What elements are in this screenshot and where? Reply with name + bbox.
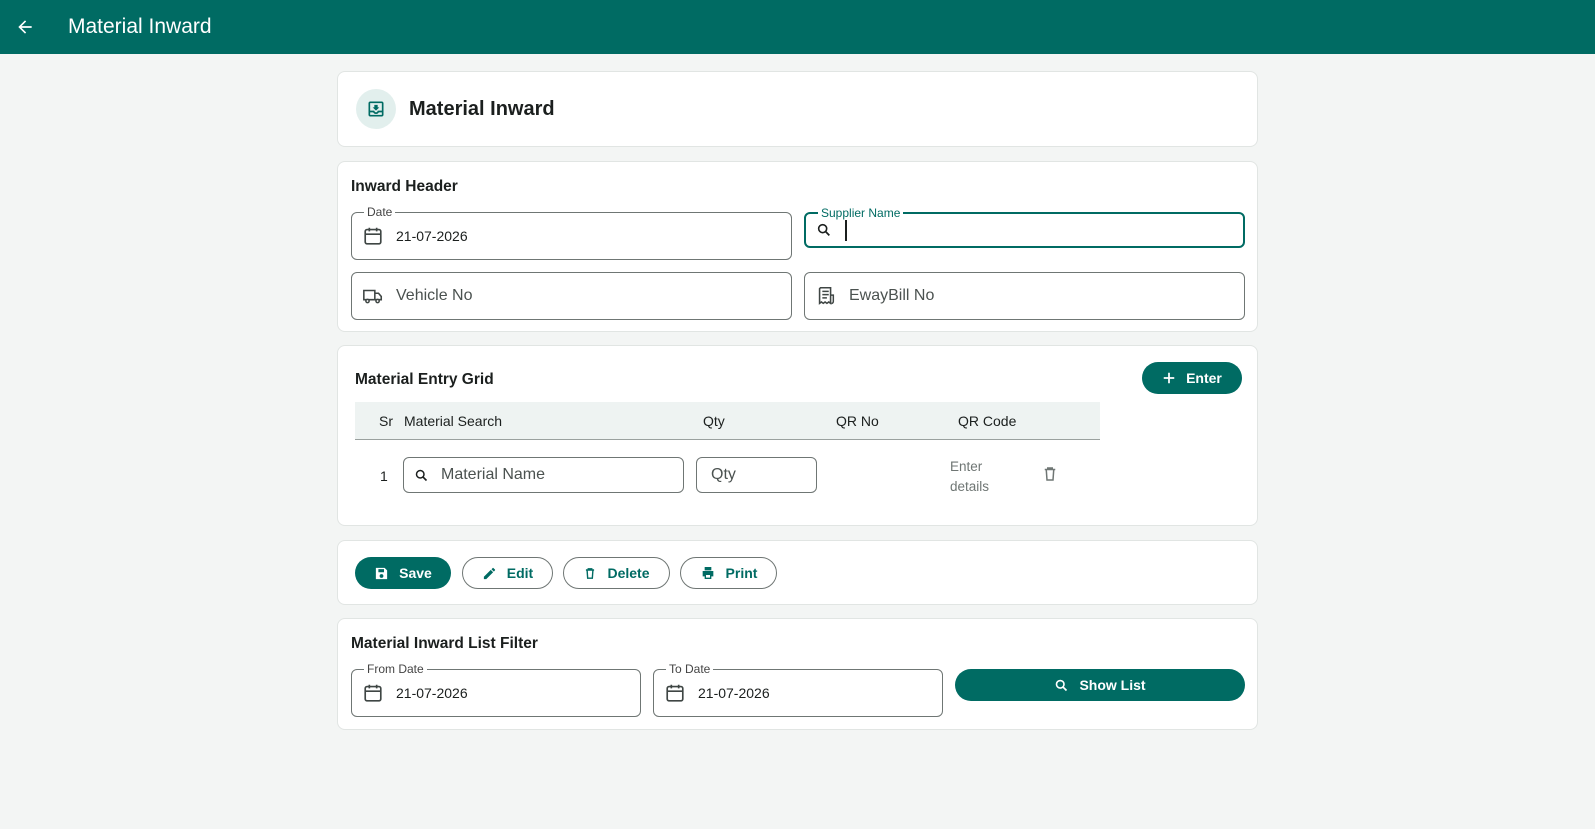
page-header-card: Material Inward — [337, 71, 1258, 147]
from-date-field[interactable]: From Date 21-07-2026 — [351, 662, 641, 717]
calendar-icon — [664, 682, 686, 704]
date-label: Date — [364, 205, 396, 219]
search-icon — [813, 219, 835, 241]
delete-button[interactable]: Delete — [563, 557, 670, 589]
calendar-icon — [362, 225, 384, 247]
inbox-download-icon — [368, 101, 384, 117]
text-cursor — [845, 219, 847, 241]
back-button[interactable] — [14, 16, 36, 38]
enter-button-label: Enter — [1186, 370, 1222, 386]
column-header-qty: Qty — [703, 413, 725, 429]
truck-icon — [362, 285, 384, 307]
pencil-icon — [483, 567, 495, 579]
qr-code-text-line1: Enter — [950, 459, 983, 474]
page-title: Material Inward — [409, 97, 555, 120]
column-header-sr: Sr — [379, 413, 393, 429]
trash-icon — [586, 567, 595, 579]
enter-button[interactable]: Enter — [1142, 362, 1242, 394]
to-date-value: 21-07-2026 — [698, 685, 770, 701]
edit-label: Edit — [506, 565, 534, 581]
column-header-material-search: Material Search — [404, 413, 503, 429]
save-button[interactable]: Save — [355, 557, 451, 589]
qr-code-text-line2: details — [950, 479, 990, 494]
inward-header-card: Inward Header Date 21-07-2026 Supplier N… — [337, 161, 1258, 332]
arrow-left-icon — [18, 20, 32, 34]
edit-button[interactable]: Edit — [462, 557, 553, 589]
page-icon — [356, 89, 396, 129]
vehicle-no-placeholder: Vehicle No — [396, 287, 473, 304]
receipt-icon — [815, 285, 837, 307]
actions-card: Save Edit Delete Print — [337, 540, 1258, 605]
supplier-name-field[interactable]: Supplier Name — [804, 206, 1245, 248]
app-bar-title: Material Inward — [68, 15, 212, 38]
qr-code-cell: Enter details — [950, 457, 989, 497]
from-date-label: From Date — [364, 662, 427, 676]
from-date-value: 21-07-2026 — [396, 685, 468, 701]
qty-input[interactable]: Qty — [696, 457, 817, 493]
search-icon — [414, 468, 429, 483]
material-name-placeholder: Material Name — [441, 466, 546, 483]
filter-card: Material Inward List Filter From Date 21… — [337, 618, 1258, 730]
to-date-label: To Date — [666, 662, 714, 676]
delete-label: Delete — [607, 565, 650, 581]
qty-placeholder: Qty — [711, 466, 736, 483]
show-list-label: Show List — [1079, 677, 1146, 693]
date-field[interactable]: Date 21-07-2026 — [351, 205, 792, 260]
date-value: 21-07-2026 — [396, 228, 468, 244]
print-label: Print — [725, 565, 758, 581]
save-icon — [376, 567, 388, 579]
vehicle-no-field[interactable]: Vehicle No — [351, 272, 792, 320]
material-grid-card: Material Entry Grid Enter Sr Material Se… — [337, 345, 1258, 526]
grid-header-row: Sr Material Search Qty QR No QR Code — [355, 402, 1100, 440]
material-grid-title: Material Entry Grid — [355, 371, 494, 388]
column-header-qr-no: QR No — [836, 413, 879, 429]
inward-header-title: Inward Header — [351, 178, 458, 195]
supplier-name-label: Supplier Name — [818, 206, 904, 220]
save-label: Save — [399, 565, 432, 581]
show-list-button[interactable]: Show List — [955, 669, 1245, 701]
app-bar: Material Inward — [0, 0, 1595, 54]
print-button[interactable]: Print — [680, 557, 777, 589]
ewaybill-no-placeholder: EwayBill No — [849, 287, 935, 304]
ewaybill-no-field[interactable]: EwayBill No — [804, 272, 1245, 320]
delete-row-button[interactable] — [1041, 464, 1059, 489]
material-name-input[interactable]: Material Name — [403, 457, 684, 493]
search-icon — [1056, 679, 1068, 691]
trash-icon — [1044, 467, 1056, 481]
printer-icon — [702, 567, 713, 579]
plus-icon — [1163, 372, 1175, 384]
row-sr: 1 — [380, 468, 388, 484]
calendar-icon — [362, 682, 384, 704]
filter-title: Material Inward List Filter — [351, 635, 538, 652]
column-header-qr-code: QR Code — [958, 413, 1017, 429]
to-date-field[interactable]: To Date 21-07-2026 — [653, 662, 943, 717]
